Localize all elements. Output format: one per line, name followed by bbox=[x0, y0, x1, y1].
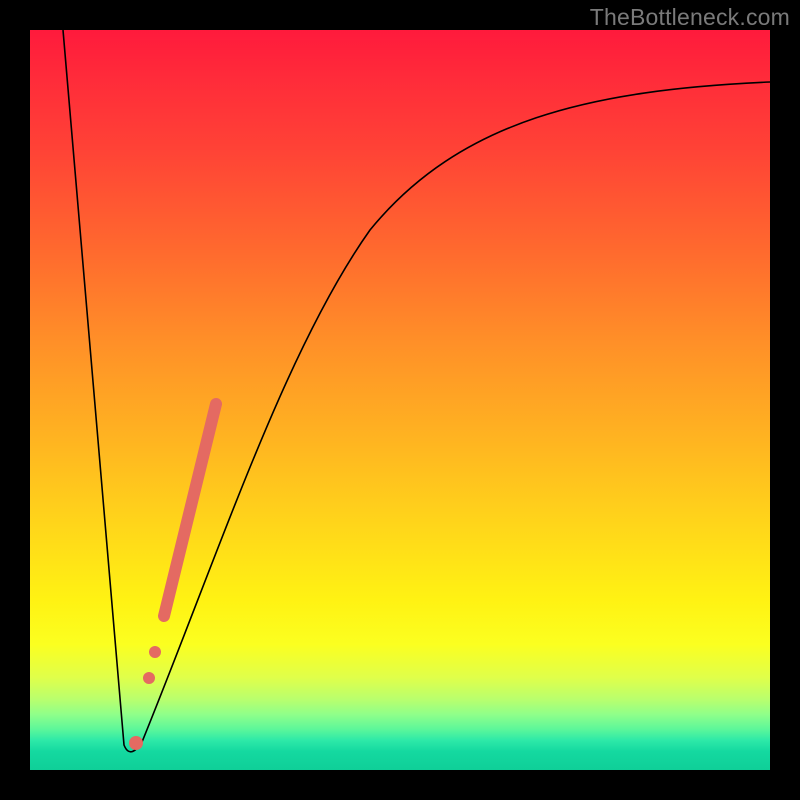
plot-area bbox=[30, 30, 770, 770]
highlight-dot-3 bbox=[149, 646, 161, 658]
highlight-dot-2 bbox=[143, 672, 155, 684]
highlight-stripe bbox=[164, 404, 216, 616]
watermark-text: TheBottleneck.com bbox=[590, 4, 790, 31]
chart-frame: TheBottleneck.com bbox=[0, 0, 800, 800]
curve-layer bbox=[30, 30, 770, 770]
highlight-dot-1 bbox=[129, 736, 143, 750]
bottleneck-curve bbox=[63, 30, 770, 752]
